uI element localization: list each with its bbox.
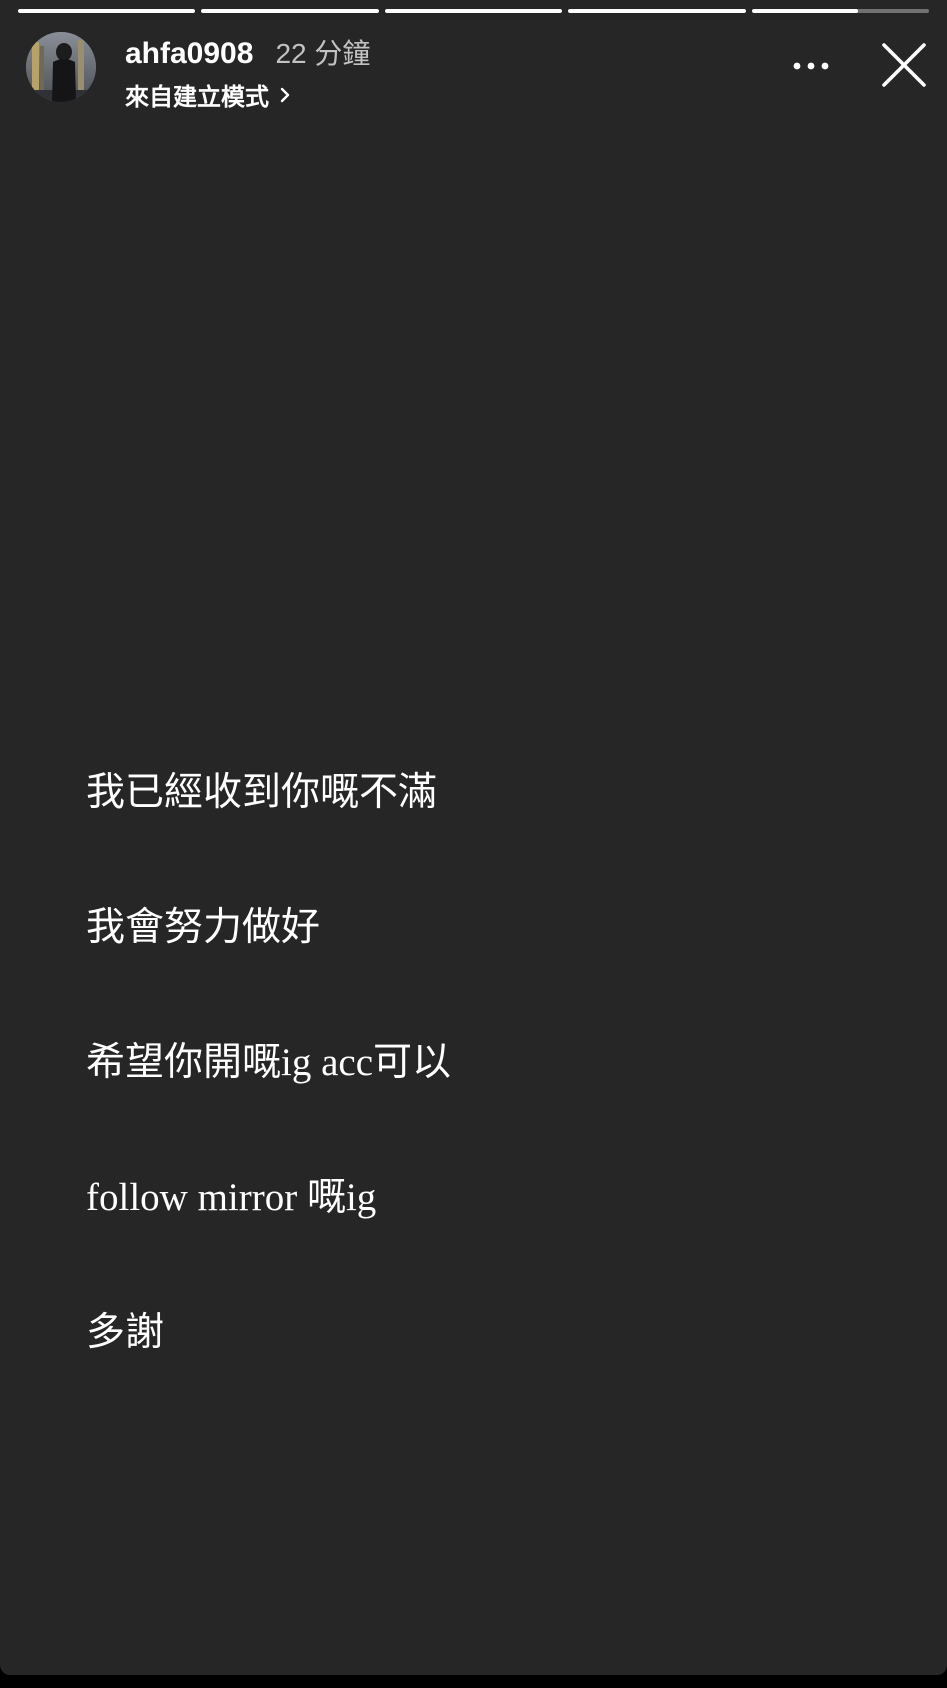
progress-fill bbox=[18, 9, 196, 13]
chevron-right-icon bbox=[280, 87, 290, 102]
avatar[interactable] bbox=[26, 32, 96, 102]
story-progress-bars bbox=[18, 9, 930, 14]
progress-segment-4 bbox=[568, 9, 746, 13]
story-text: 我已經收到你嘅不滿 我會努力做好 希望你開嘅ig acc可以 follow mi… bbox=[86, 680, 451, 1445]
create-mode-link[interactable]: 來自建立模式 bbox=[125, 77, 370, 112]
story-header: ahfa0908 22 分鐘 來自建立模式 bbox=[26, 32, 927, 111]
progress-fill bbox=[568, 9, 746, 13]
username[interactable]: ahfa0908 bbox=[125, 37, 253, 71]
story-text-line: 希望你開嘅ig acc可以 bbox=[86, 1041, 452, 1084]
create-mode-label: 來自建立模式 bbox=[125, 84, 269, 111]
header-text: ahfa0908 22 分鐘 來自建立模式 bbox=[125, 32, 370, 112]
progress-segment-5 bbox=[751, 9, 930, 13]
story-text-line: 我已經收到你嘅不滿 bbox=[86, 771, 438, 814]
story-text-line: follow mirror 嘅ig bbox=[86, 1176, 377, 1219]
progress-fill bbox=[384, 9, 563, 13]
story-text-line: 我會努力做好 bbox=[86, 906, 321, 949]
avatar-photo bbox=[26, 32, 96, 102]
more-horizontal-icon bbox=[793, 62, 829, 70]
progress-fill bbox=[201, 9, 379, 13]
header-row: ahfa0908 22 分鐘 bbox=[125, 32, 370, 72]
progress-segment-2 bbox=[201, 9, 379, 13]
close-button[interactable] bbox=[881, 42, 927, 88]
close-icon bbox=[882, 43, 926, 87]
timestamp: 22 分鐘 bbox=[275, 38, 371, 69]
story-text-line: 多謝 bbox=[86, 1311, 165, 1354]
progress-segment-1 bbox=[18, 9, 196, 13]
progress-segment-3 bbox=[384, 9, 563, 13]
story-viewer[interactable]: ahfa0908 22 分鐘 來自建立模式 我已經收到你嘅不滿 我會努力做好 希… bbox=[0, 0, 947, 1675]
more-options-button[interactable] bbox=[781, 46, 841, 86]
progress-fill bbox=[751, 9, 859, 13]
